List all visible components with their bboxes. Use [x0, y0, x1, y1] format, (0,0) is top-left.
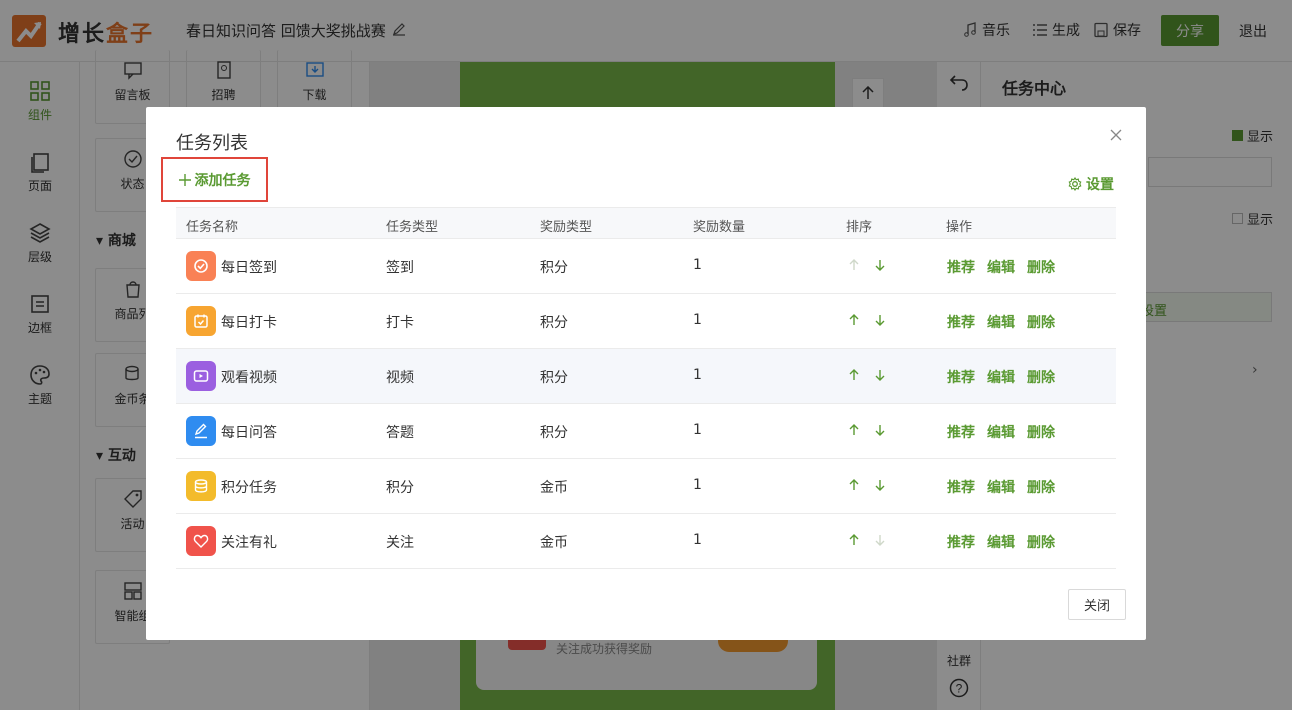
- task-name: 关注有礼: [221, 535, 277, 551]
- task-list-modal: 任务列表 添加任务 设置 任务名称 任务类型 奖励类型 奖励数量 排序 操作 每…: [146, 107, 1146, 640]
- calendar-check-icon: [186, 306, 216, 336]
- check-circle-icon: [186, 251, 216, 281]
- task-name: 积分任务: [221, 480, 277, 496]
- arrow-down-icon[interactable]: [873, 313, 887, 327]
- reward-count: 1: [693, 477, 702, 493]
- arrow-down-icon[interactable]: [873, 368, 887, 382]
- settings-label: 设置: [1086, 177, 1114, 193]
- reward-count: 1: [693, 312, 702, 328]
- reward-count: 1: [693, 532, 702, 548]
- recommend-link[interactable]: 推荐: [947, 477, 975, 497]
- task-table: 任务名称 任务类型 奖励类型 奖励数量 排序 操作 每日签到 签到 积分 1 推…: [176, 207, 1116, 569]
- edit-link[interactable]: 编辑: [987, 257, 1015, 277]
- task-type: 答题: [386, 425, 414, 441]
- task-type: 视频: [386, 370, 414, 386]
- delete-link[interactable]: 删除: [1027, 422, 1055, 442]
- recommend-link[interactable]: 推荐: [947, 532, 975, 552]
- arrow-up-icon[interactable]: [847, 533, 861, 547]
- table-row: 每日问答 答题 积分 1 推荐 编辑 删除: [176, 404, 1116, 459]
- task-name: 每日签到: [221, 260, 277, 276]
- coins-icon: [186, 471, 216, 501]
- delete-link[interactable]: 删除: [1027, 257, 1055, 277]
- arrow-down-icon[interactable]: [873, 478, 887, 492]
- gear-icon: [1068, 177, 1082, 191]
- col-actions: 操作: [946, 220, 973, 235]
- table-row: 每日打卡 打卡 积分 1 推荐 编辑 删除: [176, 294, 1116, 349]
- reward-count: 1: [693, 422, 702, 438]
- recommend-link[interactable]: 推荐: [947, 422, 975, 442]
- recommend-link[interactable]: 推荐: [947, 367, 975, 387]
- delete-link[interactable]: 删除: [1027, 477, 1055, 497]
- col-reward-type: 奖励类型: [540, 220, 593, 235]
- edit-link[interactable]: 编辑: [987, 532, 1015, 552]
- col-name: 任务名称: [186, 220, 239, 235]
- reward-count: 1: [693, 257, 702, 273]
- modal-title: 任务列表: [176, 133, 248, 154]
- video-icon: [186, 361, 216, 391]
- table-row: 每日签到 签到 积分 1 推荐 编辑 删除: [176, 239, 1116, 294]
- table-row: 关注有礼 关注 金币 1 推荐 编辑 删除: [176, 514, 1116, 569]
- close-icon[interactable]: [1108, 127, 1124, 143]
- arrow-down-icon[interactable]: [873, 258, 887, 272]
- reward-type: 积分: [540, 260, 568, 276]
- table-row: 观看视频 视频 积分 1 推荐 编辑 删除: [176, 349, 1116, 404]
- arrow-down-icon[interactable]: [873, 533, 887, 547]
- edit-link[interactable]: 编辑: [987, 367, 1015, 387]
- reward-type: 积分: [540, 370, 568, 386]
- heart-icon: [186, 526, 216, 556]
- arrow-down-icon[interactable]: [873, 423, 887, 437]
- task-type: 积分: [386, 480, 414, 496]
- delete-link[interactable]: 删除: [1027, 367, 1055, 387]
- task-name: 每日问答: [221, 425, 277, 441]
- task-name: 观看视频: [221, 370, 277, 386]
- reward-type: 金币: [540, 535, 568, 551]
- col-sort: 排序: [846, 220, 873, 235]
- task-type: 关注: [386, 535, 414, 551]
- col-type: 任务类型: [386, 220, 439, 235]
- close-button[interactable]: 关闭: [1068, 589, 1126, 620]
- settings-button[interactable]: 设置: [1068, 174, 1114, 194]
- add-task-label: 添加任务: [194, 172, 251, 189]
- table-row: 积分任务 积分 金币 1 推荐 编辑 删除: [176, 459, 1116, 514]
- task-type: 签到: [386, 260, 414, 276]
- reward-count: 1: [693, 367, 702, 383]
- edit-link[interactable]: 编辑: [987, 477, 1015, 497]
- reward-type: 金币: [540, 480, 568, 496]
- arrow-up-icon[interactable]: [847, 368, 861, 382]
- delete-link[interactable]: 删除: [1027, 532, 1055, 552]
- arrow-up-icon[interactable]: [847, 258, 861, 272]
- recommend-link[interactable]: 推荐: [947, 257, 975, 277]
- reward-type: 积分: [540, 425, 568, 441]
- task-type: 打卡: [386, 315, 414, 331]
- edit-link[interactable]: 编辑: [987, 422, 1015, 442]
- plus-icon: [178, 173, 191, 186]
- arrow-up-icon[interactable]: [847, 313, 861, 327]
- edit-link[interactable]: 编辑: [987, 312, 1015, 332]
- reward-type: 积分: [540, 315, 568, 331]
- arrow-up-icon[interactable]: [847, 478, 861, 492]
- table-body: 每日签到 签到 积分 1 推荐 编辑 删除 每日打卡 打卡 积分 1 推荐 编辑…: [176, 239, 1116, 569]
- col-reward-count: 奖励数量: [693, 220, 746, 235]
- delete-link[interactable]: 删除: [1027, 312, 1055, 332]
- recommend-link[interactable]: 推荐: [947, 312, 975, 332]
- add-task-button[interactable]: 添加任务: [161, 157, 268, 202]
- task-name: 每日打卡: [221, 315, 277, 331]
- pen-icon: [186, 416, 216, 446]
- arrow-up-icon[interactable]: [847, 423, 861, 437]
- table-header: 任务名称 任务类型 奖励类型 奖励数量 排序 操作: [176, 207, 1116, 239]
